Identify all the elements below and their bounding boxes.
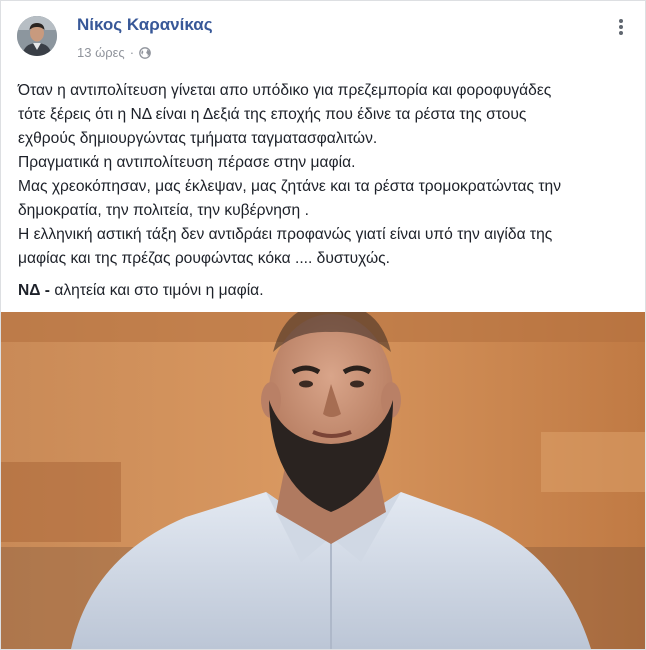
globe-icon[interactable] [139, 46, 151, 59]
author-name[interactable]: Νίκος Καρανίκας [77, 15, 213, 35]
post-line: Μας χρεοκόπησαν, μας έκλεψαν, μας ζητάνε… [18, 178, 562, 195]
post-message: Όταν η αντιπολίτευση γίνεται απο υπόδικο… [18, 79, 630, 303]
facebook-post: Νίκος Καρανίκας 13 ώρες · Όταν η αντιπολ… [0, 0, 646, 650]
more-options-icon[interactable] [611, 17, 631, 37]
timestamp[interactable]: 13 ώρες [77, 45, 125, 60]
final-line-text: αλητεία και στο τιμόνι η μαφία. [50, 282, 264, 299]
post-line: Πραγματικά η αντιπολίτευση πέρασε στην μ… [18, 154, 356, 171]
post-line: τότε ξέρεις ότι η ΝΔ είναι η Δεξιά της ε… [18, 106, 527, 123]
post-line: δημοκρατία, την πολιτεία, την κυβέρνηση … [18, 202, 309, 219]
post-photo[interactable] [1, 312, 645, 649]
post-meta: 13 ώρες · [77, 45, 151, 60]
post-line: εχθρούς δημιουργώντας τμήματα ταγματασφα… [18, 130, 378, 147]
post-line-final: ΝΔ - αλητεία και στο τιμόνι η μαφία. [18, 279, 630, 303]
bold-prefix: ΝΔ - [18, 282, 50, 299]
meta-separator: · [129, 45, 135, 60]
post-line: Η ελληνική αστική τάξη δεν αντιδράει προ… [18, 226, 553, 243]
post-line: Όταν η αντιπολίτευση γίνεται απο υπόδικο… [18, 82, 552, 99]
post-line: μαφίας και της πρέζας ρουφώντας κόκα ...… [18, 250, 390, 267]
post-header: Νίκος Καρανίκας 13 ώρες · [1, 1, 645, 69]
author-avatar[interactable] [17, 16, 57, 56]
